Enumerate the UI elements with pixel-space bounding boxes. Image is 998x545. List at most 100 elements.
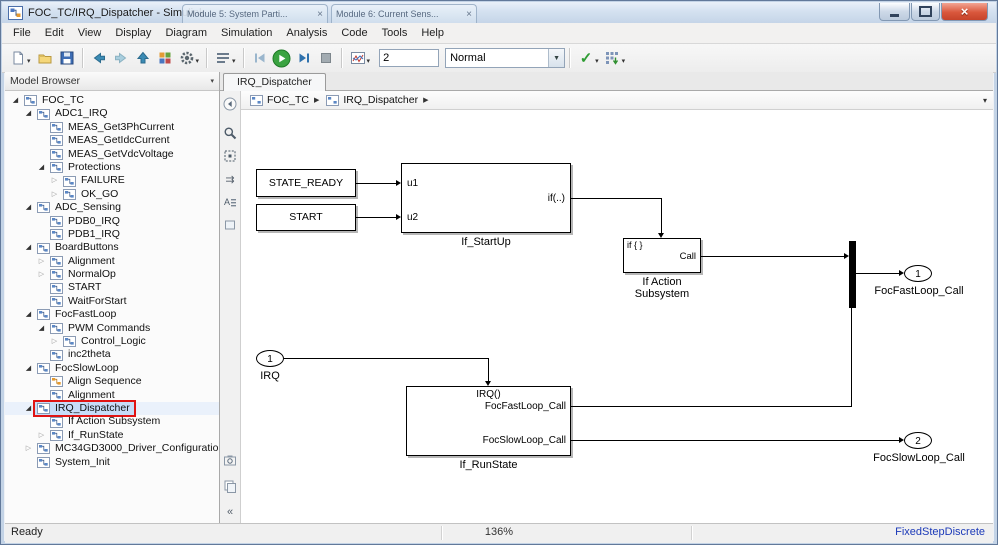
model-settings-button[interactable] (176, 47, 198, 69)
menu-help[interactable]: Help (414, 25, 451, 41)
background-tab[interactable]: Module 5: System Parti... × (182, 4, 328, 23)
tree-item-control-logic[interactable]: ▷ Control_Logic (5, 335, 219, 348)
block-name[interactable]: If Action (623, 276, 701, 288)
tree-item-protections[interactable]: ◢ Protections (5, 161, 219, 174)
up-to-parent-button[interactable] (132, 47, 154, 69)
new-model-caret-icon[interactable]: ▾ (27, 57, 31, 65)
expanded-arrow-icon[interactable]: ◢ (22, 201, 35, 214)
build-caret-icon[interactable]: ▾ (622, 57, 626, 65)
area-box-icon[interactable] (221, 216, 239, 234)
zoom-icon[interactable] (221, 124, 239, 142)
if-action-subsystem-block[interactable]: if { } Call (623, 238, 701, 273)
data-inspector-button[interactable] (347, 47, 369, 69)
signal-wire[interactable] (488, 358, 489, 381)
breadcrumb-current[interactable]: IRQ_Dispatcher (342, 94, 419, 106)
expanded-arrow-icon[interactable]: ◢ (22, 308, 35, 321)
signal-wire[interactable] (856, 273, 899, 274)
tree-item-normalop[interactable]: ▷ NormalOp (5, 268, 219, 281)
menu-display[interactable]: Display (108, 25, 158, 41)
tab-close-icon[interactable]: × (466, 9, 472, 20)
model-configuration-caret-icon[interactable]: ▾ (232, 57, 236, 65)
if-runstate-block[interactable]: IRQ() FocFastLoop_Call FocSlowLoop_Call (406, 386, 571, 456)
tree-item-ok-go[interactable]: ▷ OK_GO (5, 188, 219, 201)
menu-tools[interactable]: Tools (375, 25, 415, 41)
menu-edit[interactable]: Edit (38, 25, 71, 41)
expanded-arrow-icon[interactable]: ◢ (22, 107, 35, 120)
expanded-arrow-icon[interactable]: ◢ (35, 322, 48, 335)
step-back-button[interactable] (249, 47, 271, 69)
data-inspector-caret-icon[interactable]: ▾ (367, 57, 371, 65)
collapsed-arrow-icon[interactable]: ▷ (48, 188, 61, 201)
signal-wire[interactable] (571, 440, 899, 441)
menu-code[interactable]: Code (334, 25, 374, 41)
combo-arrow-icon[interactable]: ▼ (548, 49, 565, 67)
start-block[interactable]: START (256, 204, 356, 231)
tree-item-inc2theta[interactable]: inc2theta (5, 348, 219, 361)
expanded-arrow-icon[interactable]: ◢ (22, 402, 35, 415)
copy-view-icon[interactable] (221, 477, 239, 495)
tree-item-align-sequence[interactable]: Align Sequence (5, 375, 219, 388)
stop-button[interactable] (315, 47, 337, 69)
port-name[interactable]: IRQ (241, 370, 320, 382)
expanded-arrow-icon[interactable]: ◢ (22, 362, 35, 375)
tree-item-if-runstate[interactable]: ▷ If_RunState (5, 429, 219, 442)
model-configuration-button[interactable] (212, 47, 234, 69)
back-button[interactable] (88, 47, 110, 69)
diagram-canvas[interactable]: STATE_READY START u1 u2 if(..) If_StartU… (241, 110, 993, 523)
sim-mode-select[interactable]: Normal ▼ (445, 48, 566, 68)
tree-item-pdb0-irq[interactable]: PDB0_IRQ (5, 215, 219, 228)
background-tab[interactable]: Module 6: Current Sens... × (331, 4, 477, 23)
run-button[interactable] (271, 47, 293, 69)
fit-to-view-icon[interactable] (221, 147, 239, 165)
update-diagram-button[interactable]: ✓ (575, 47, 597, 69)
expanded-arrow-icon[interactable]: ◢ (22, 241, 35, 254)
open-model-button[interactable] (34, 47, 56, 69)
build-button[interactable] (602, 47, 624, 69)
signal-routing-icon[interactable]: ⇉ (221, 170, 239, 188)
solver-name[interactable]: FixedStepDiscrete (895, 526, 985, 538)
maximize-button[interactable] (911, 3, 940, 21)
tree-item-mc34gd3000-driver-configuration[interactable]: ▷ MC34GD3000_Driver_Configuration (5, 442, 219, 455)
tree-item-start[interactable]: START (5, 281, 219, 294)
tree-item-alignment[interactable]: ▷ Alignment (5, 255, 219, 268)
breadcrumb-root[interactable]: FOC_TC (266, 94, 310, 106)
signal-wire[interactable] (571, 198, 661, 199)
port-name[interactable]: FocFastLoop_Call (839, 285, 993, 297)
signal-wire[interactable] (356, 217, 396, 218)
tree-item-focfastloop[interactable]: ◢ FocFastLoop (5, 308, 219, 321)
sim-stop-time-input[interactable] (379, 49, 440, 67)
annotation-icon[interactable]: A (221, 193, 239, 211)
tree-item-meas-getidccurrent[interactable]: MEAS_GetIdcCurrent (5, 134, 219, 147)
breadcrumb-dropdown-icon[interactable]: ▾ (983, 96, 987, 105)
minimize-button[interactable] (879, 3, 910, 21)
tree-item-waitforstart[interactable]: WaitForStart (5, 295, 219, 308)
new-model-button[interactable] (7, 47, 29, 69)
tree-item-foc-tc[interactable]: ◢ FOC_TC (5, 94, 219, 107)
close-button[interactable]: × (941, 3, 988, 21)
block-name[interactable]: Subsystem (623, 288, 701, 300)
tab-close-icon[interactable]: × (317, 9, 323, 20)
forward-button[interactable] (110, 47, 132, 69)
tree-item-pdb1-irq[interactable]: PDB1_IRQ (5, 228, 219, 241)
if-startup-block[interactable]: u1 u2 if(..) (401, 163, 571, 233)
library-browser-button[interactable] (154, 47, 176, 69)
collapsed-arrow-icon[interactable]: ▷ (35, 268, 48, 281)
model-settings-caret-icon[interactable]: ▾ (196, 57, 200, 65)
outport-2[interactable]: 2 (904, 432, 932, 449)
merge-bar[interactable] (849, 241, 856, 308)
update-diagram-caret-icon[interactable]: ▾ (595, 57, 599, 65)
expanded-arrow-icon[interactable]: ◢ (9, 94, 22, 107)
menu-simulation[interactable]: Simulation (214, 25, 279, 41)
menu-view[interactable]: View (71, 25, 109, 41)
collapsed-arrow-icon[interactable]: ▷ (48, 174, 61, 187)
tab-irq-dispatcher[interactable]: IRQ_Dispatcher (223, 73, 326, 91)
block-name[interactable]: If_RunState (406, 459, 571, 471)
signal-wire[interactable] (661, 198, 662, 233)
save-model-button[interactable] (56, 47, 78, 69)
tree-item-meas-get3phcurrent[interactable]: MEAS_Get3PhCurrent (5, 121, 219, 134)
tree-item-adc-sensing[interactable]: ◢ ADC_Sensing (5, 201, 219, 214)
hide-palette-icon[interactable] (221, 95, 239, 113)
block-name[interactable]: If_StartUp (401, 236, 571, 248)
signal-wire[interactable] (701, 256, 844, 257)
tree-item-adc1-irq[interactable]: ◢ ADC1_IRQ (5, 107, 219, 120)
